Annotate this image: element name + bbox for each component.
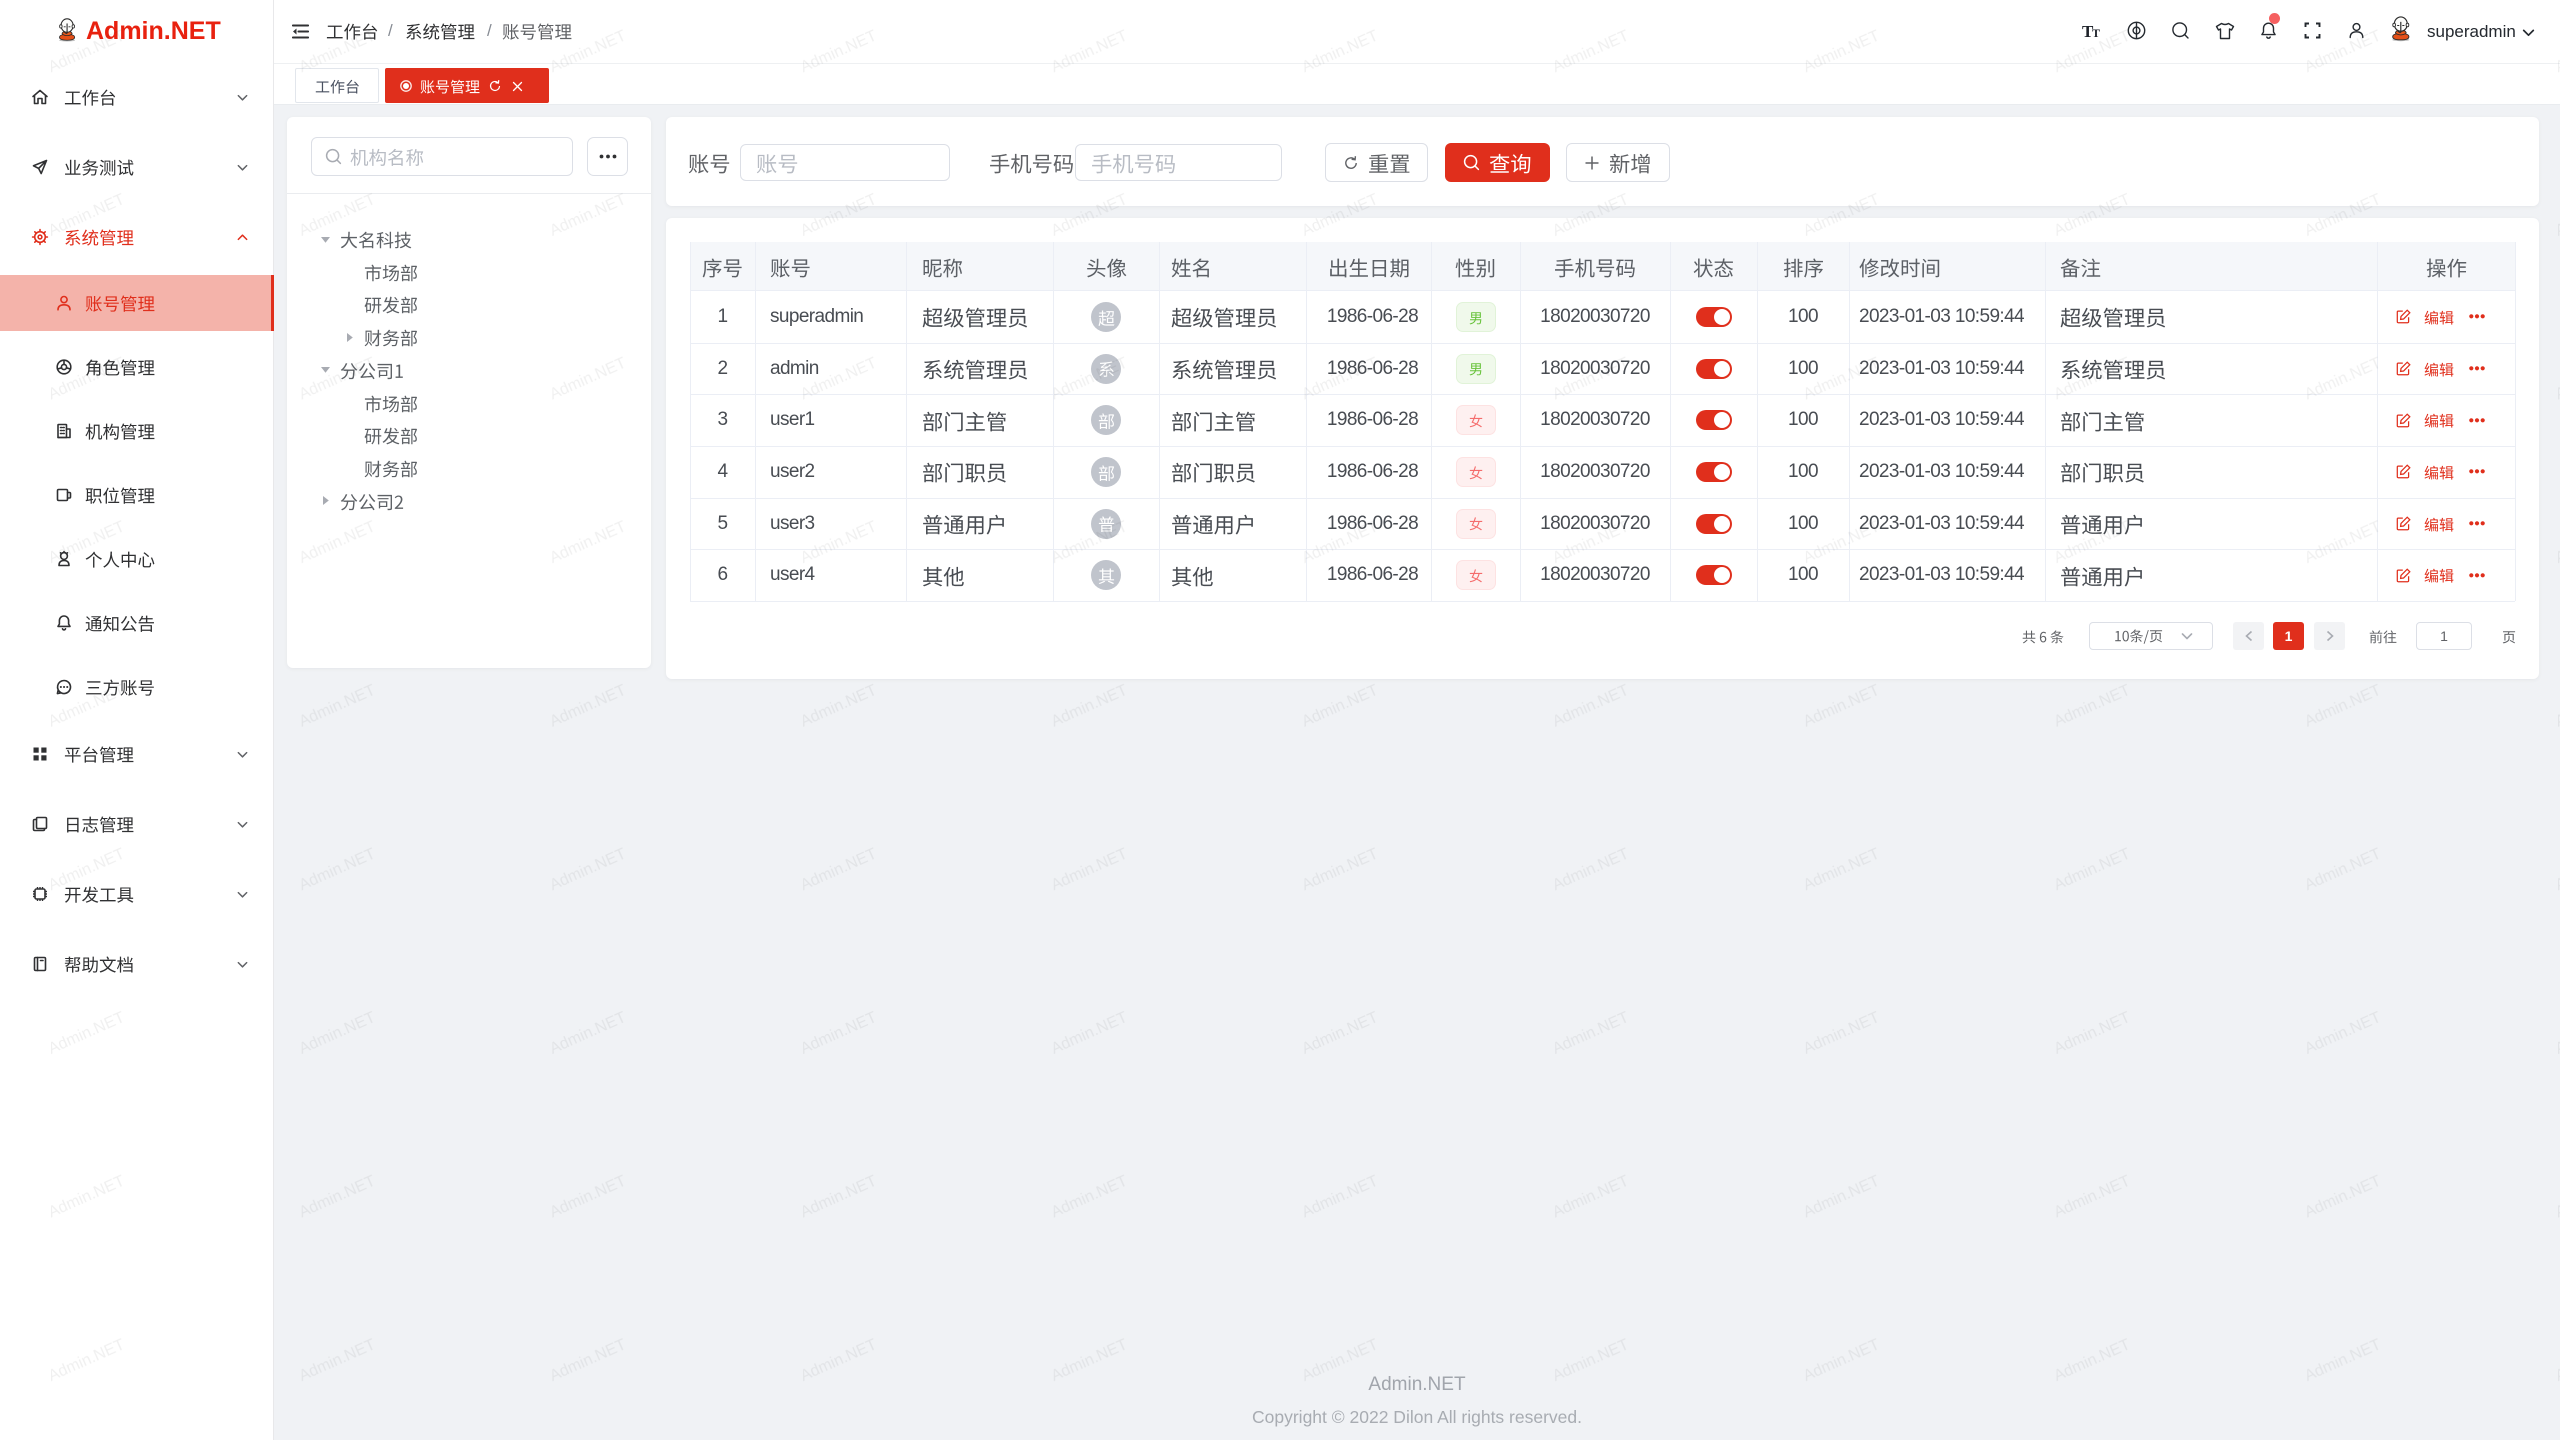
- svg-text:T: T: [2092, 26, 2100, 40]
